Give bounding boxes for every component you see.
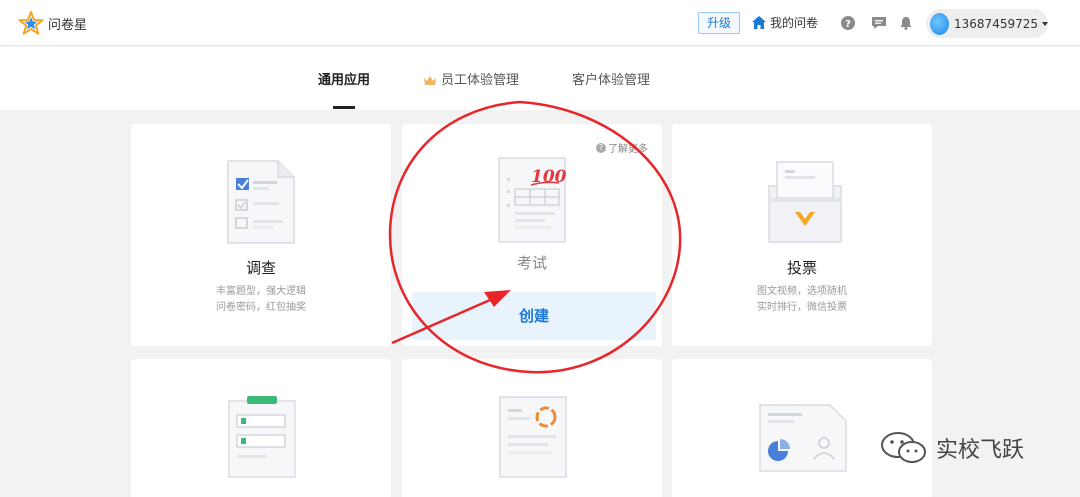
form-illustration [228, 396, 296, 478]
star-logo-icon [18, 11, 44, 35]
top-navbar: 问卷星 升级 我的问卷 ? 13687459725 [0, 0, 1080, 46]
create-exam-button[interactable]: 创建 [412, 292, 656, 340]
wechat-icon [881, 432, 926, 463]
card-vote[interactable]: 投票 图文视频，选项随机 实时排行，微信投票 [672, 124, 932, 346]
assessment-illustration [759, 404, 847, 472]
username: 13687459725 [954, 16, 1038, 31]
upgrade-button[interactable]: 升级 [698, 12, 741, 34]
tab-customer-experience[interactable]: 客户体验管理 [572, 69, 650, 88]
watermark-text: 实校飞跃 [936, 438, 1025, 463]
card-desc-line: 问卷密码，红包抽奖 [216, 302, 306, 313]
watermark: 实校飞跃 [878, 430, 1024, 466]
svg-text:?: ? [845, 19, 851, 30]
card-title: 调查 [245, 259, 276, 277]
card-description: 丰富题型，强大逻辑 问卷密码，红包抽奖 [131, 284, 391, 316]
tab-employee-experience[interactable]: 员工体验管理 [423, 69, 519, 88]
home-icon [752, 16, 766, 29]
tab-customer-label: 客户体验管理 [572, 73, 651, 88]
card-desc-line: 丰富题型，强大逻辑 [216, 286, 306, 297]
logo-text: 问卷星 [48, 17, 88, 33]
card-description: 图文视频，选项随机 实时排行，微信投票 [672, 284, 932, 316]
card-title: 考试 [516, 254, 547, 272]
chevron-down-icon [1042, 21, 1048, 26]
card-exam[interactable]: ? 了解更多 100 考试 创建 [402, 124, 662, 346]
category-tabs: 通用应用 员工体验管理 客户体验管理 [0, 47, 1080, 110]
user-menu[interactable]: 13687459725 [926, 9, 1048, 38]
card-desc-line: 实时排行，微信投票 [757, 302, 847, 313]
bell-icon[interactable] [898, 15, 914, 31]
my-surveys-label: 我的问卷 [770, 16, 819, 30]
card-desc-line: 图文视频，选项随机 [757, 286, 847, 297]
help-icon[interactable]: ? [840, 15, 856, 31]
evaluation-illustration [499, 396, 567, 478]
my-surveys-link[interactable]: 我的问卷 [752, 14, 818, 31]
survey-illustration [227, 160, 295, 244]
active-tab-indicator [333, 106, 355, 109]
card-survey[interactable]: 调查 丰富题型，强大逻辑 问卷密码，红包抽奖 [131, 124, 391, 346]
exam-illustration: 100 [498, 157, 567, 243]
crown-icon [424, 76, 436, 85]
question-icon: ? [596, 142, 606, 153]
card-360-evaluation[interactable] [402, 359, 662, 497]
learn-more-label: 了解更多 [608, 144, 648, 155]
tab-employee-label: 员工体验管理 [441, 73, 520, 88]
message-icon[interactable] [871, 15, 887, 31]
vote-illustration [768, 161, 842, 243]
logo[interactable]: 问卷星 [18, 10, 87, 36]
avatar [930, 12, 950, 35]
tab-general-label: 通用应用 [318, 73, 371, 88]
card-title: 投票 [786, 259, 817, 277]
card-form[interactable] [131, 359, 391, 497]
learn-more-link[interactable]: ? 了解更多 [596, 140, 648, 155]
tab-general[interactable]: 通用应用 [318, 69, 370, 88]
card-assessment[interactable] [672, 359, 932, 497]
